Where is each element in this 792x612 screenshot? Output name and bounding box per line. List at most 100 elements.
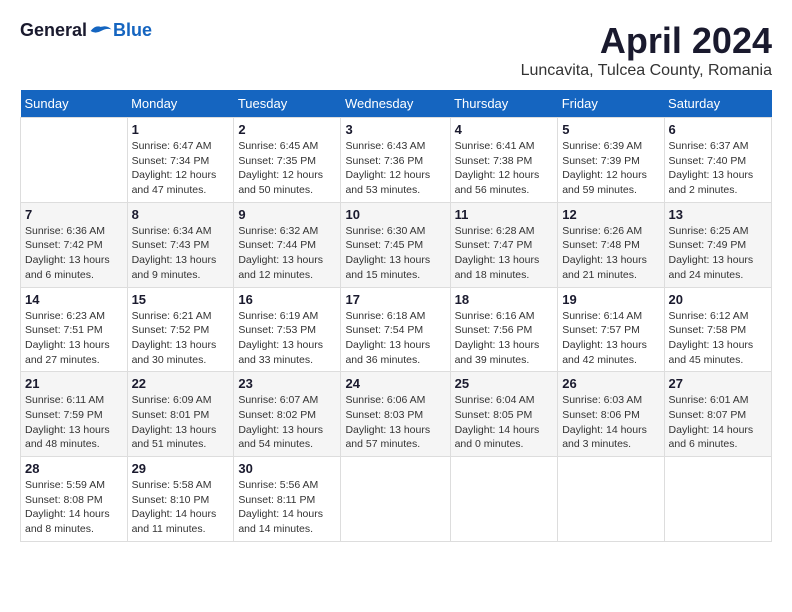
day-number: 29 [132, 461, 230, 476]
day-info: Sunrise: 6:34 AM Sunset: 7:43 PM Dayligh… [132, 224, 230, 283]
day-info: Sunrise: 6:19 AM Sunset: 7:53 PM Dayligh… [238, 309, 336, 368]
calendar-cell: 6 Sunrise: 6:37 AM Sunset: 7:40 PM Daylig… [664, 118, 771, 203]
calendar-cell: 17 Sunrise: 6:18 AM Sunset: 7:54 PM Dayli… [341, 287, 450, 372]
calendar-cell: 10 Sunrise: 6:30 AM Sunset: 7:45 PM Dayli… [341, 202, 450, 287]
day-info: Sunrise: 6:25 AM Sunset: 7:49 PM Dayligh… [669, 224, 767, 283]
day-info: Sunrise: 6:37 AM Sunset: 7:40 PM Dayligh… [669, 139, 767, 198]
day-info: Sunrise: 5:58 AM Sunset: 8:10 PM Dayligh… [132, 478, 230, 537]
calendar-cell [450, 457, 558, 542]
day-info: Sunrise: 6:03 AM Sunset: 8:06 PM Dayligh… [562, 393, 659, 452]
calendar-cell: 29 Sunrise: 5:58 AM Sunset: 8:10 PM Dayli… [127, 457, 234, 542]
page-header: General Blue April 2024 Luncavita, Tulce… [20, 20, 772, 80]
day-info: Sunrise: 6:28 AM Sunset: 7:47 PM Dayligh… [455, 224, 554, 283]
calendar-day-header-tuesday: Tuesday [234, 90, 341, 118]
calendar-cell [341, 457, 450, 542]
calendar-cell: 30Sunrise: 5:56 AM Sunset: 8:11 PM Dayli… [234, 457, 341, 542]
calendar-cell: 24 Sunrise: 6:06 AM Sunset: 8:03 PM Dayli… [341, 372, 450, 457]
day-number: 9 [238, 207, 336, 222]
calendar-day-header-saturday: Saturday [664, 90, 771, 118]
day-info: Sunrise: 6:16 AM Sunset: 7:56 PM Dayligh… [455, 309, 554, 368]
day-number: 21 [25, 376, 123, 391]
day-number: 6 [669, 122, 767, 137]
calendar-cell: 7Sunrise: 6:36 AM Sunset: 7:42 PM Daylig… [21, 202, 128, 287]
calendar-cell: 14Sunrise: 6:23 AM Sunset: 7:51 PM Dayli… [21, 287, 128, 372]
calendar-week-row: 21 Sunrise: 6:11 AM Sunset: 7:59 PM Dayli… [21, 372, 772, 457]
day-number: 10 [345, 207, 445, 222]
calendar-cell: 13Sunrise: 6:25 AM Sunset: 7:49 PM Dayli… [664, 202, 771, 287]
day-number: 19 [562, 292, 659, 307]
day-info: Sunrise: 6:23 AM Sunset: 7:51 PM Dayligh… [25, 309, 123, 368]
calendar-cell: 27Sunrise: 6:01 AM Sunset: 8:07 PM Dayli… [664, 372, 771, 457]
calendar-week-row: 14Sunrise: 6:23 AM Sunset: 7:51 PM Dayli… [21, 287, 772, 372]
calendar-cell: 11 Sunrise: 6:28 AM Sunset: 7:47 PM Dayli… [450, 202, 558, 287]
calendar-week-row: 1 Sunrise: 6:47 AM Sunset: 7:34 PM Daylig… [21, 118, 772, 203]
calendar-cell: 21 Sunrise: 6:11 AM Sunset: 7:59 PM Dayli… [21, 372, 128, 457]
calendar-cell [558, 457, 664, 542]
calendar-cell: 28Sunrise: 5:59 AM Sunset: 8:08 PM Dayli… [21, 457, 128, 542]
day-number: 23 [238, 376, 336, 391]
calendar-cell: 12Sunrise: 6:26 AM Sunset: 7:48 PM Dayli… [558, 202, 664, 287]
day-info: Sunrise: 6:30 AM Sunset: 7:45 PM Dayligh… [345, 224, 445, 283]
day-number: 30 [238, 461, 336, 476]
day-number: 1 [132, 122, 230, 137]
logo-blue-text: Blue [113, 20, 152, 41]
day-number: 25 [455, 376, 554, 391]
day-info: Sunrise: 6:36 AM Sunset: 7:42 PM Dayligh… [25, 224, 123, 283]
month-title: April 2024 [521, 20, 772, 62]
calendar-cell: 1 Sunrise: 6:47 AM Sunset: 7:34 PM Daylig… [127, 118, 234, 203]
day-number: 2 [238, 122, 336, 137]
day-info: Sunrise: 6:39 AM Sunset: 7:39 PM Dayligh… [562, 139, 659, 198]
day-info: Sunrise: 6:09 AM Sunset: 8:01 PM Dayligh… [132, 393, 230, 452]
day-info: Sunrise: 6:45 AM Sunset: 7:35 PM Dayligh… [238, 139, 336, 198]
calendar-cell [21, 118, 128, 203]
calendar-cell: 22 Sunrise: 6:09 AM Sunset: 8:01 PM Dayli… [127, 372, 234, 457]
calendar-day-header-friday: Friday [558, 90, 664, 118]
day-info: Sunrise: 5:59 AM Sunset: 8:08 PM Dayligh… [25, 478, 123, 537]
day-number: 8 [132, 207, 230, 222]
calendar-cell: 5 Sunrise: 6:39 AM Sunset: 7:39 PM Daylig… [558, 118, 664, 203]
calendar-cell: 25Sunrise: 6:04 AM Sunset: 8:05 PM Dayli… [450, 372, 558, 457]
day-info: Sunrise: 6:32 AM Sunset: 7:44 PM Dayligh… [238, 224, 336, 283]
day-info: Sunrise: 6:06 AM Sunset: 8:03 PM Dayligh… [345, 393, 445, 452]
day-number: 18 [455, 292, 554, 307]
calendar-cell: 18 Sunrise: 6:16 AM Sunset: 7:56 PM Dayli… [450, 287, 558, 372]
calendar-table: SundayMondayTuesdayWednesdayThursdayFrid… [20, 90, 772, 542]
logo-general-text: General [20, 20, 87, 41]
calendar-day-header-wednesday: Wednesday [341, 90, 450, 118]
day-number: 3 [345, 122, 445, 137]
day-number: 17 [345, 292, 445, 307]
day-number: 27 [669, 376, 767, 391]
logo-bird-icon [89, 21, 113, 41]
day-info: Sunrise: 6:11 AM Sunset: 7:59 PM Dayligh… [25, 393, 123, 452]
location-text: Luncavita, Tulcea County, Romania [521, 62, 772, 80]
day-number: 22 [132, 376, 230, 391]
day-number: 4 [455, 122, 554, 137]
day-number: 5 [562, 122, 659, 137]
calendar-day-header-thursday: Thursday [450, 90, 558, 118]
day-number: 26 [562, 376, 659, 391]
calendar-cell [664, 457, 771, 542]
day-info: Sunrise: 6:41 AM Sunset: 7:38 PM Dayligh… [455, 139, 554, 198]
calendar-cell: 4 Sunrise: 6:41 AM Sunset: 7:38 PM Daylig… [450, 118, 558, 203]
calendar-cell: 3Sunrise: 6:43 AM Sunset: 7:36 PM Daylig… [341, 118, 450, 203]
day-number: 20 [669, 292, 767, 307]
day-info: Sunrise: 6:18 AM Sunset: 7:54 PM Dayligh… [345, 309, 445, 368]
day-number: 12 [562, 207, 659, 222]
calendar-day-header-sunday: Sunday [21, 90, 128, 118]
title-section: April 2024 Luncavita, Tulcea County, Rom… [521, 20, 772, 80]
calendar-cell: 9 Sunrise: 6:32 AM Sunset: 7:44 PM Daylig… [234, 202, 341, 287]
calendar-week-row: 28Sunrise: 5:59 AM Sunset: 8:08 PM Dayli… [21, 457, 772, 542]
day-number: 15 [132, 292, 230, 307]
day-number: 16 [238, 292, 336, 307]
calendar-cell: 19 Sunrise: 6:14 AM Sunset: 7:57 PM Dayli… [558, 287, 664, 372]
day-number: 11 [455, 207, 554, 222]
day-info: Sunrise: 6:47 AM Sunset: 7:34 PM Dayligh… [132, 139, 230, 198]
calendar-header-row: SundayMondayTuesdayWednesdayThursdayFrid… [21, 90, 772, 118]
logo: General Blue [20, 20, 152, 41]
calendar-cell: 2 Sunrise: 6:45 AM Sunset: 7:35 PM Daylig… [234, 118, 341, 203]
calendar-week-row: 7Sunrise: 6:36 AM Sunset: 7:42 PM Daylig… [21, 202, 772, 287]
day-number: 24 [345, 376, 445, 391]
day-info: Sunrise: 6:14 AM Sunset: 7:57 PM Dayligh… [562, 309, 659, 368]
day-info: Sunrise: 6:07 AM Sunset: 8:02 PM Dayligh… [238, 393, 336, 452]
calendar-cell: 8 Sunrise: 6:34 AM Sunset: 7:43 PM Daylig… [127, 202, 234, 287]
